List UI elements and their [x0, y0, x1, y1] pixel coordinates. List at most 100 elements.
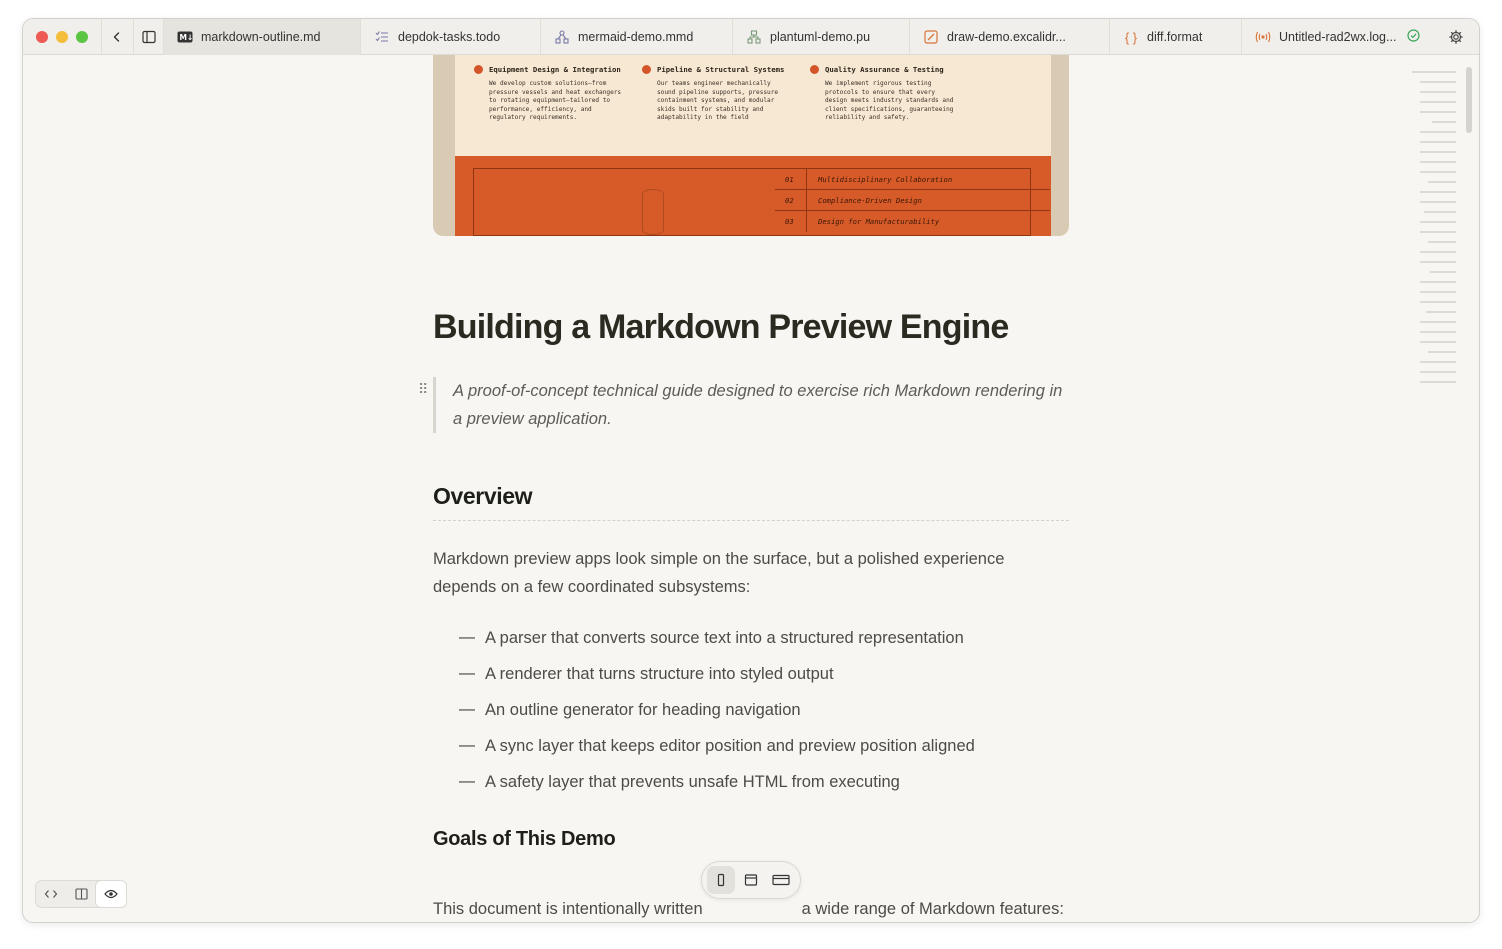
minimap-line [1428, 181, 1456, 183]
hero-services-panel: Equipment Design & Integration We develo… [455, 55, 1051, 156]
split-columns-icon [74, 888, 88, 900]
hero-service-body: We implement rigorous testing protocols … [825, 80, 954, 122]
minimap-line [1420, 161, 1456, 163]
hero-frame: 01 Multidisciplinary Collaboration 02 Comp… [473, 168, 1050, 236]
saved-check-icon [1407, 29, 1421, 45]
chevron-left-icon [113, 32, 119, 42]
close-window-button[interactable] [36, 31, 48, 43]
minimap-line [1420, 291, 1456, 293]
source-view-button[interactable] [36, 881, 66, 907]
minimap-line [1420, 221, 1456, 223]
row-number: 03 [775, 211, 807, 232]
app-window: M↓ markdown-outline.md depdok-tasks.todo… [22, 18, 1480, 923]
tab-label: diff.format [1147, 30, 1203, 44]
wide-layout-icon [772, 874, 790, 886]
drag-handle-icon[interactable]: ⠿ [418, 381, 428, 398]
minimap-line [1420, 381, 1456, 383]
settings-button[interactable] [1447, 28, 1465, 46]
minimap-line [1420, 301, 1456, 303]
minimap-line [1420, 141, 1456, 143]
list-item-text: A renderer that turns structure into sty… [485, 664, 834, 683]
cylinder-sketch-icon [642, 189, 664, 235]
list-item-text: A sync layer that keeps editor position … [485, 736, 975, 755]
hero-service-column: Quality Assurance & Testing We implement… [810, 65, 960, 123]
preview-view-button[interactable] [96, 881, 126, 907]
tab-diff-format[interactable]: { } diff.format [1109, 19, 1241, 55]
tab-draw-demo[interactable]: draw-demo.excalidr... [909, 19, 1109, 55]
zoom-window-button[interactable] [76, 31, 88, 43]
narrow-width-button[interactable] [707, 866, 735, 894]
view-mode-switcher [35, 880, 127, 908]
list-item: — A safety layer that prevents unsafe HTM… [459, 764, 1069, 800]
hero-table-row: 01 Multidisciplinary Collaboration [775, 169, 1050, 190]
medium-layout-icon [744, 874, 758, 886]
minimap-line [1432, 121, 1456, 123]
split-view-button[interactable] [66, 881, 96, 907]
hero-service-body: Our teams engineer mechanically sound pi… [657, 80, 779, 122]
minimap-line [1420, 91, 1456, 93]
goals-paragraph: This document is intentionally written a … [433, 895, 1069, 922]
goals-paragraph-end: a wide range of Markdown features: [801, 900, 1064, 918]
narrow-layout-icon [717, 873, 725, 887]
minimap-line [1420, 331, 1456, 333]
goals-paragraph-start: This document is intentionally written [433, 900, 703, 918]
gear-icon [1449, 30, 1463, 44]
medium-width-button[interactable] [737, 866, 765, 894]
row-label: Multidisciplinary Collaboration [818, 174, 953, 184]
overview-paragraph: Markdown preview apps look simple on the… [433, 550, 1005, 596]
tab-label: Untitled-rad2wx.log... [1279, 30, 1397, 44]
tab-label: mermaid-demo.mmd [578, 30, 694, 44]
minimap-line [1420, 261, 1456, 263]
minimap-line [1420, 151, 1456, 153]
back-button[interactable] [101, 19, 131, 55]
hero-service-body: We develop custom solutions—from pressur… [489, 80, 622, 122]
minimap-line [1420, 251, 1456, 253]
scrollbar-thumb[interactable] [1466, 67, 1472, 133]
tab-untitled-log[interactable]: Untitled-rad2wx.log... [1241, 19, 1429, 55]
tab-depdok-tasks[interactable]: depdok-tasks.todo [360, 19, 540, 55]
markdown-icon: M↓ [177, 29, 193, 45]
checklist-icon [374, 29, 390, 45]
minimize-window-button[interactable] [56, 31, 68, 43]
hero-service-column: Equipment Design & Integration We develo… [474, 65, 624, 123]
minimap-line [1420, 361, 1456, 363]
list-item-text: A safety layer that prevents unsafe HTML… [485, 772, 900, 791]
dash-bullet-icon: — [459, 773, 475, 790]
hero-service-title: Pipeline & Structural Systems [657, 65, 785, 74]
minimap-line [1426, 311, 1456, 313]
minimap-line [1420, 321, 1456, 323]
dash-bullet-icon: — [459, 701, 475, 718]
tab-list: M↓ markdown-outline.md depdok-tasks.todo… [163, 19, 1479, 55]
minimap-line [1420, 81, 1456, 83]
minimap-line [1428, 351, 1456, 353]
row-number: 02 [775, 190, 807, 210]
list-item: — A sync layer that keeps editor position… [459, 728, 1069, 764]
document-title: Building a Markdown Preview Engine [433, 308, 1009, 346]
tab-markdown-outline[interactable]: M↓ markdown-outline.md [163, 19, 360, 55]
intro-blockquote: A proof-of-concept technical guide desig… [433, 377, 1069, 433]
code-icon [44, 890, 58, 898]
full-width-button[interactable] [767, 866, 795, 894]
row-label: Design for Manufacturability [818, 217, 940, 226]
sidebar-icon [141, 30, 156, 44]
hero-image: Equipment Design & Integration We develo… [433, 55, 1069, 236]
minimap-line [1420, 281, 1456, 283]
tab-plantuml-demo[interactable]: plantuml-demo.pu [732, 19, 909, 55]
hero-service-title: Quality Assurance & Testing [825, 65, 944, 74]
preview-pane[interactable]: Equipment Design & Integration We develo… [23, 55, 1479, 922]
broadcast-icon [1255, 29, 1271, 45]
mermaid-icon [554, 29, 570, 45]
minimap-line [1420, 111, 1456, 113]
braces-icon: { } [1124, 29, 1138, 45]
tab-mermaid-demo[interactable]: mermaid-demo.mmd [540, 19, 732, 55]
content-width-toggle [701, 861, 801, 899]
excalidraw-icon [923, 29, 939, 45]
plantuml-icon [746, 29, 762, 45]
toggle-sidebar-button[interactable] [133, 19, 163, 55]
bullet-dot-icon [642, 65, 651, 74]
minimap-line [1420, 131, 1456, 133]
list-item-text: A parser that converts source text into … [485, 628, 964, 647]
hero-orange-panel: 01 Multidisciplinary Collaboration 02 Comp… [455, 156, 1051, 236]
subsystems-list: — A parser that converts source text into… [459, 620, 1069, 800]
svg-text:M↓: M↓ [180, 33, 194, 42]
